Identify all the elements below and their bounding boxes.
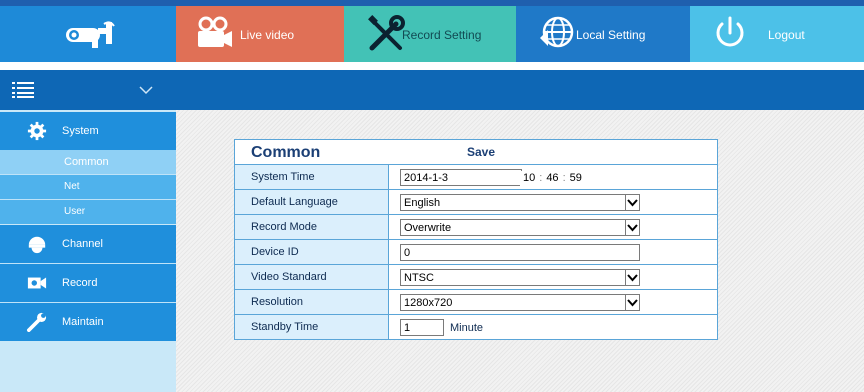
nav-live-video-label: Live video <box>240 28 295 42</box>
nav-local-setting[interactable]: Local Setting <box>516 6 690 62</box>
standby-time-input[interactable]: 1 <box>400 319 444 336</box>
record-mode-select[interactable]: Overwrite <box>400 219 640 236</box>
header-bar: Live video Record Setting Local Setting … <box>0 6 864 62</box>
record-camera-icon <box>27 277 47 289</box>
sidebar-subitem-common[interactable]: Common <box>0 150 176 174</box>
sidebar-subitem-net[interactable]: Net <box>0 175 176 199</box>
row-label: Record Mode <box>235 215 389 239</box>
nav-record-setting[interactable]: Record Setting <box>344 6 516 62</box>
device-id-input[interactable]: 0 <box>400 244 640 261</box>
wrench-icon <box>27 312 47 332</box>
resolution-select-value: 1280x720 <box>404 297 453 309</box>
nav-logout-label: Logout <box>768 28 805 42</box>
row-value: 1 Minute <box>390 315 717 339</box>
chevron-down-icon[interactable] <box>625 270 639 285</box>
sub-header-band <box>176 70 864 110</box>
nav-record-setting-label: Record Setting <box>402 28 482 42</box>
sidebar-subitem-user[interactable]: User <box>0 200 176 224</box>
settings-row-system-time: System Time 2014-1-3 10:46:59 <box>235 164 717 189</box>
hour-field[interactable]: 10 <box>520 171 538 185</box>
sidebar-subitem-net-label: Net <box>64 181 80 192</box>
sidebar-item-maintain[interactable]: Maintain <box>0 303 176 341</box>
sidebar: System Common Net User Channel Record Ma… <box>0 70 176 392</box>
settings-row-resolution: Resolution 1280x720 <box>235 289 717 314</box>
camera-icon <box>198 16 232 47</box>
chevron-down-icon[interactable] <box>625 220 639 235</box>
chevron-down-icon[interactable] <box>625 195 639 210</box>
resolution-select[interactable]: 1280x720 <box>400 294 640 311</box>
system-date-input[interactable]: 2014-1-3 <box>400 169 522 186</box>
logo <box>0 6 176 62</box>
language-select-value: English <box>404 197 441 209</box>
settings-row-device-id: Device ID 0 <box>235 239 717 264</box>
panel-title: Common <box>251 144 321 161</box>
sidebar-item-channel-label: Channel <box>62 238 103 250</box>
save-button[interactable]: Save <box>467 145 495 159</box>
system-time-input[interactable]: 10:46:59 <box>520 171 585 186</box>
record-mode-select-value: Overwrite <box>404 222 452 234</box>
sidebar-item-record[interactable]: Record <box>0 264 176 302</box>
header-gap <box>176 62 864 70</box>
row-value: NTSC <box>390 265 717 289</box>
row-value: 0 <box>390 240 717 264</box>
row-label: System Time <box>235 165 389 189</box>
row-label: Resolution <box>235 290 389 314</box>
settings-row-record-mode: Record Mode Overwrite <box>235 214 717 239</box>
video-standard-select[interactable]: NTSC <box>400 269 640 286</box>
globe-icon <box>540 16 574 48</box>
row-label: Video Standard <box>235 265 389 289</box>
sidebar-subitem-common-label: Common <box>64 156 109 168</box>
row-value: 1280x720 <box>390 290 717 314</box>
sidebar-item-channel[interactable]: Channel <box>0 225 176 263</box>
cctv-camera-logo <box>66 21 115 48</box>
row-label: Standby Time <box>235 315 389 339</box>
row-value: 2014-1-3 10:46:59 <box>390 165 717 189</box>
sidebar-item-maintain-label: Maintain <box>62 316 104 328</box>
list-icon <box>12 82 34 98</box>
sidebar-item-system-label: System <box>62 125 99 137</box>
row-label: Device ID <box>235 240 389 264</box>
standby-unit-label: Minute <box>450 322 484 334</box>
sidebar-item-system[interactable]: System <box>0 112 176 150</box>
minute-field[interactable]: 46 <box>543 171 561 185</box>
chevron-down-icon[interactable] <box>138 84 154 96</box>
sidebar-item-record-label: Record <box>62 277 98 289</box>
settings-row-standby-time: Standby Time 1 Minute <box>235 314 717 339</box>
language-select[interactable]: English <box>400 194 640 211</box>
second-field[interactable]: 59 <box>567 171 585 185</box>
tools-icon <box>368 15 405 51</box>
settings-row-video-standard: Video Standard NTSC <box>235 264 717 289</box>
sidebar-subitem-user-label: User <box>64 206 86 217</box>
gear-icon <box>27 121 47 141</box>
settings-table: System Time 2014-1-3 10:46:59 Default La… <box>235 164 717 339</box>
chevron-down-icon[interactable] <box>625 295 639 310</box>
nav-local-setting-label: Local Setting <box>576 28 646 42</box>
power-icon <box>716 16 744 47</box>
nav-logout[interactable]: Logout <box>690 6 864 62</box>
common-settings-panel: Common Save System Time 2014-1-3 10:46:5… <box>234 139 718 340</box>
settings-row-default-language: Default Language English <box>235 189 717 214</box>
video-standard-select-value: NTSC <box>404 272 434 284</box>
row-value: English <box>390 190 717 214</box>
dome-camera-icon <box>28 236 46 254</box>
nav-live-video[interactable]: Live video <box>176 6 344 62</box>
row-label: Default Language <box>235 190 389 214</box>
sidebar-header[interactable] <box>0 70 176 110</box>
row-value: Overwrite <box>390 215 717 239</box>
